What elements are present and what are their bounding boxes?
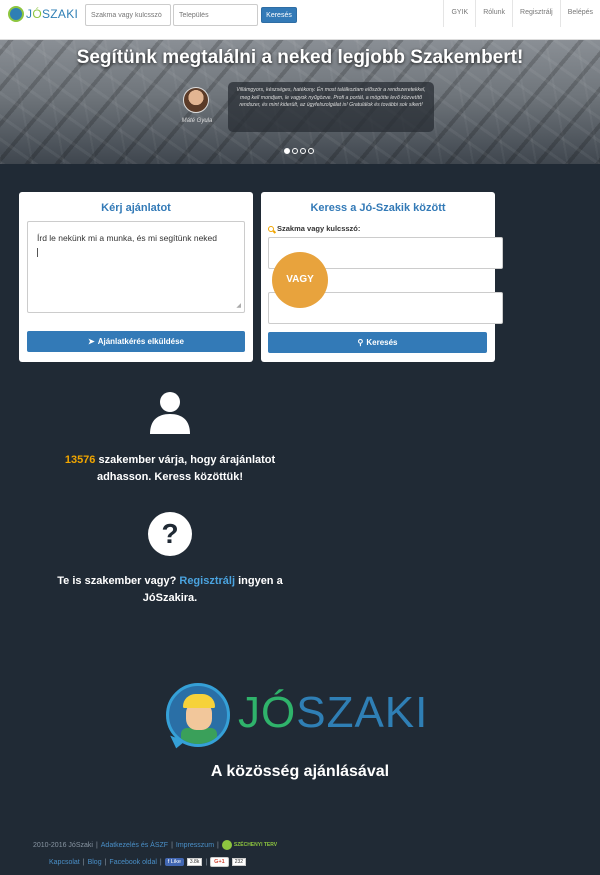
nav-search-input[interactable] xyxy=(85,4,171,26)
nav-links: GYIK Rólunk Regisztrálj Belépés xyxy=(443,0,600,27)
request-textarea-text: Írd le nekünk mi a munka, és mi segítünk… xyxy=(37,233,218,243)
nav-link-faq[interactable]: GYIK xyxy=(443,0,475,27)
footer-link-privacy[interactable]: Adatkezelés és ÁSZF xyxy=(101,842,168,849)
brand-logo-text: JÓSZAKI xyxy=(238,688,428,738)
brand-logo-part2: SZAKI xyxy=(296,688,429,737)
carousel-dot-4[interactable] xyxy=(308,148,314,154)
paper-plane-icon: ➤ xyxy=(88,337,95,346)
logo-text-accent: Ó xyxy=(32,7,42,21)
testimonial-avatar xyxy=(183,87,209,113)
carousel-dot-1[interactable] xyxy=(284,148,290,154)
carousel-dot-3[interactable] xyxy=(300,148,306,154)
register-prompt: Te is szakember vagy? Regisztrálj ingyen… xyxy=(40,573,300,607)
footer-row-1: 2010-2016 JóSzaki | Adatkezelés és ÁSZF … xyxy=(33,840,278,850)
navbar: JÓSZAKI Keresés GYIK Rólunk Regisztrálj … xyxy=(0,0,600,40)
search-panel-title: Keress a Jó-Szakik között xyxy=(310,202,446,214)
search-icon xyxy=(268,225,274,232)
nav-link-register[interactable]: Regisztrálj xyxy=(512,0,560,27)
keyword-label: Szakma vagy kulcsszó: xyxy=(268,224,360,233)
nav-link-login[interactable]: Belépés xyxy=(559,0,600,27)
keyword-label-text: Szakma vagy kulcsszó: xyxy=(277,224,361,233)
register-link[interactable]: Regisztrálj xyxy=(179,575,235,587)
send-request-label: Ajánlatkérés elküldése xyxy=(97,337,184,346)
google-plus-count: 232 xyxy=(231,858,247,866)
szechenyi-logo-icon xyxy=(221,840,232,850)
brand-logo-part1: JÓ xyxy=(238,688,297,737)
google-plus-button[interactable]: G+1 xyxy=(210,857,229,867)
testimonial-quote: Villámgyors, készséges, hatékony. Én mos… xyxy=(228,82,434,132)
specialist-count: 13576 xyxy=(64,454,96,466)
logo-globe-icon xyxy=(8,6,24,22)
resize-grip-icon[interactable]: ◢ xyxy=(236,302,241,309)
text-caret xyxy=(37,248,38,257)
or-badge: VAGY xyxy=(272,252,328,308)
carousel-dots xyxy=(284,148,314,154)
send-request-button[interactable]: ➤ Ajánlatkérés elküldése xyxy=(27,331,245,352)
footer-copyright: 2010-2016 JóSzaki xyxy=(33,841,93,849)
specialist-count-caption: szakember várja, hogy árajánlatot adhass… xyxy=(96,454,276,483)
search-button-label: Keresés xyxy=(366,338,398,347)
footer-link-imprint[interactable]: Impresszum xyxy=(176,842,214,849)
search-button[interactable]: ⚲ Keresés xyxy=(268,332,487,353)
nav-location-input[interactable] xyxy=(173,4,258,26)
szechenyi-badge[interactable]: SZÉCHENYI TERV xyxy=(221,840,277,850)
testimonial-name: Máté Gyula xyxy=(181,118,213,124)
logo-text-suffix: SZAKI xyxy=(41,7,79,21)
nav-link-about[interactable]: Rólunk xyxy=(475,0,512,27)
footer-link-contact[interactable]: Kapcsolat xyxy=(49,859,80,866)
footer-link-facebook[interactable]: Facebook oldal xyxy=(109,859,156,866)
site-logo[interactable]: JÓSZAKI xyxy=(8,6,78,22)
question-icon: ? xyxy=(148,512,192,556)
nav-search-button[interactable]: Keresés xyxy=(261,7,297,23)
brand-tagline: A közösség ajánlásával xyxy=(210,763,390,780)
facebook-like-button[interactable]: f Like xyxy=(164,858,184,866)
register-prompt-prefix: Te is szakember vagy? xyxy=(57,575,177,587)
request-quote-panel: Kérj ajánlatot Írd le nekünk mi a munka,… xyxy=(19,192,253,362)
worker-mascot-icon xyxy=(166,683,230,747)
footer-row-2: Kapcsolat | Blog | Facebook oldal | f Li… xyxy=(49,857,247,867)
specialist-count-text: 13576 szakember várja, hogy árajánlatot … xyxy=(50,452,290,486)
hero-title: Segítünk megtalálni a neked legjobb Szak… xyxy=(76,47,524,68)
search-icon: ⚲ xyxy=(357,338,364,347)
facebook-like-count: 3.8k xyxy=(186,858,203,866)
request-textarea[interactable]: Írd le nekünk mi a munka, és mi segítünk… xyxy=(27,221,245,313)
carousel-dot-2[interactable] xyxy=(292,148,298,154)
search-panel: Keress a Jó-Szakik között Szakma vagy ku… xyxy=(261,192,503,362)
footer-link-blog[interactable]: Blog xyxy=(88,859,102,866)
request-panel-title: Kérj ajánlatot xyxy=(101,202,171,214)
user-icon xyxy=(150,392,190,434)
